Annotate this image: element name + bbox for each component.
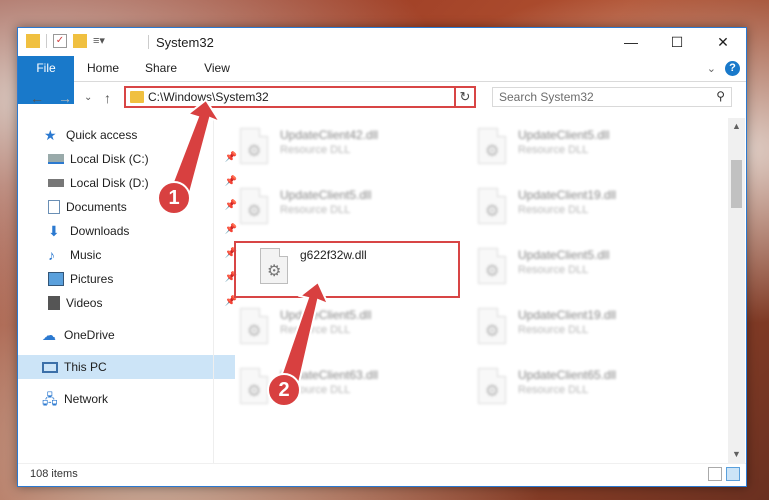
callout-1: 1	[157, 181, 191, 215]
callout-2: 2	[267, 373, 301, 407]
annotation-arrows	[166, 98, 330, 398]
